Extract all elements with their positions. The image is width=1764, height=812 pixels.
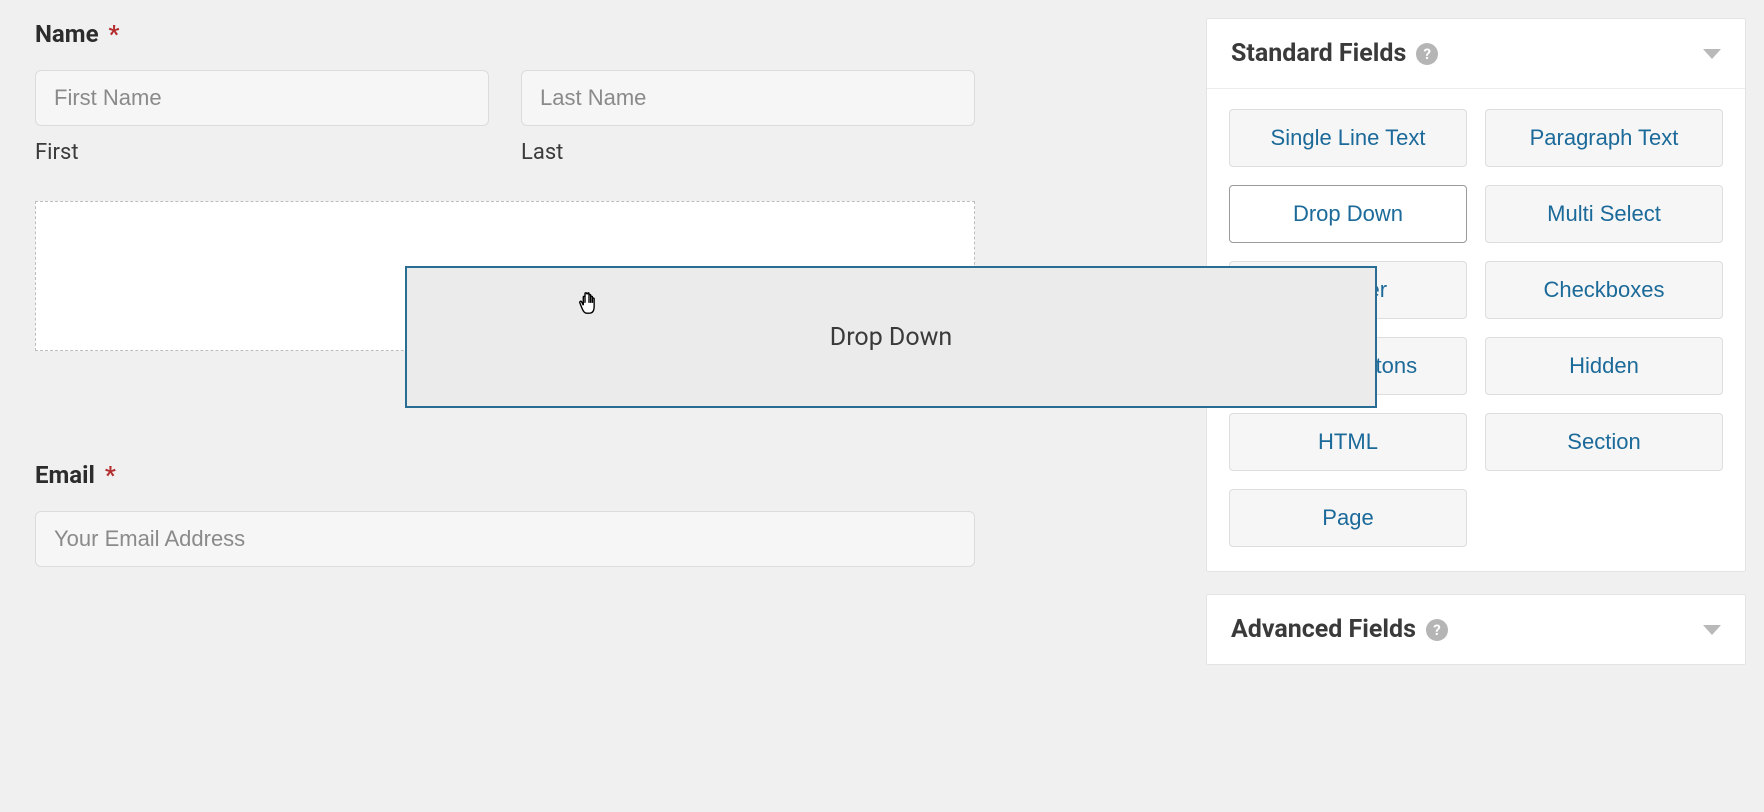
field-html[interactable]: HTML bbox=[1229, 413, 1467, 471]
advanced-fields-header[interactable]: Advanced Fields ? bbox=[1207, 595, 1745, 664]
help-icon[interactable]: ? bbox=[1416, 43, 1438, 65]
first-sublabel: First bbox=[35, 140, 489, 165]
drag-ghost-label: Drop Down bbox=[830, 323, 952, 352]
email-input[interactable] bbox=[35, 511, 975, 567]
last-name-input[interactable] bbox=[521, 70, 975, 126]
last-sublabel: Last bbox=[521, 140, 975, 165]
advanced-fields-title: Advanced Fields bbox=[1231, 615, 1416, 644]
name-label-text: Name bbox=[35, 20, 99, 48]
field-paragraph-text[interactable]: Paragraph Text bbox=[1485, 109, 1723, 167]
email-label: Email * bbox=[35, 461, 975, 489]
email-field-block: Email * bbox=[35, 461, 975, 567]
email-label-text: Email bbox=[35, 461, 95, 489]
chevron-down-icon bbox=[1703, 49, 1721, 59]
field-single-line-text[interactable]: Single Line Text bbox=[1229, 109, 1467, 167]
field-drop-down[interactable]: Drop Down bbox=[1229, 185, 1467, 243]
name-row: First Last bbox=[35, 70, 975, 165]
field-page[interactable]: Page bbox=[1229, 489, 1467, 547]
drag-cursor-icon bbox=[575, 288, 603, 316]
name-label: Name * bbox=[35, 20, 975, 48]
field-section[interactable]: Section bbox=[1485, 413, 1723, 471]
last-name-col: Last bbox=[521, 70, 975, 165]
standard-fields-title: Standard Fields bbox=[1231, 39, 1406, 68]
required-asterisk: * bbox=[105, 461, 116, 489]
standard-fields-header[interactable]: Standard Fields ? bbox=[1207, 19, 1745, 89]
first-name-input[interactable] bbox=[35, 70, 489, 126]
first-name-col: First bbox=[35, 70, 489, 165]
field-checkboxes[interactable]: Checkboxes bbox=[1485, 261, 1723, 319]
required-asterisk: * bbox=[109, 20, 120, 48]
field-multi-select[interactable]: Multi Select bbox=[1485, 185, 1723, 243]
advanced-fields-panel: Advanced Fields ? bbox=[1206, 594, 1746, 665]
help-icon[interactable]: ? bbox=[1426, 619, 1448, 641]
field-hidden[interactable]: Hidden bbox=[1485, 337, 1723, 395]
drag-ghost-dropdown[interactable]: Drop Down bbox=[405, 266, 1377, 408]
chevron-down-icon bbox=[1703, 625, 1721, 635]
